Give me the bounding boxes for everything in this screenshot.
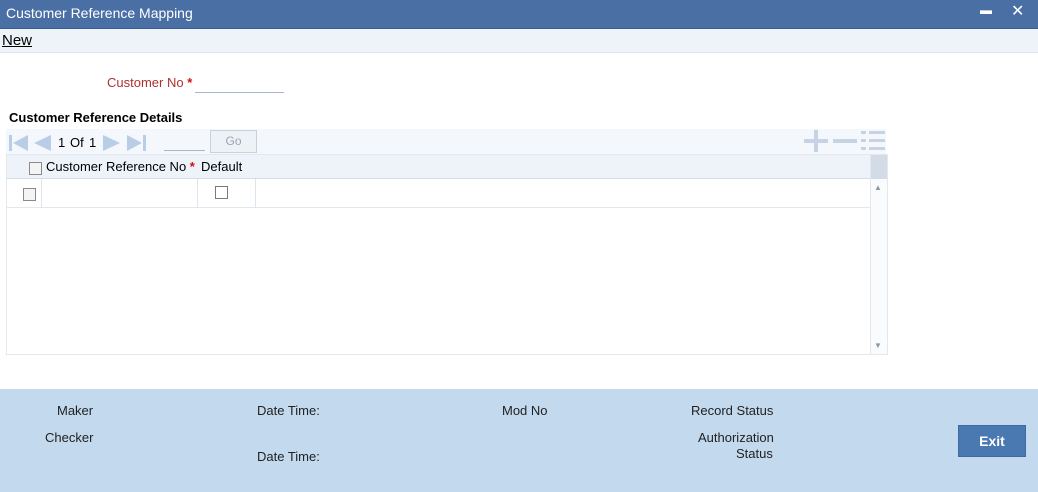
customer-no-label: Customer No *	[107, 75, 192, 90]
scrollbar-header-cap	[871, 155, 887, 179]
cell-divider	[255, 179, 256, 208]
exit-button[interactable]: Exit	[958, 425, 1026, 457]
grid-vertical-scrollbar[interactable]: ▲ ▼	[870, 155, 887, 354]
customer-reference-grid: Customer Reference No * Default ▲ ▼	[6, 154, 888, 355]
record-status-label: Record Status	[691, 403, 774, 418]
close-icon[interactable]: ✕	[1011, 1, 1024, 21]
add-row-icon[interactable]	[803, 130, 829, 156]
grid-header: Customer Reference No * Default	[7, 155, 871, 179]
mod-no-label: Mod No	[502, 403, 548, 418]
last-page-icon[interactable]	[126, 133, 148, 156]
authorization-status-label-line2: Status	[736, 446, 773, 461]
column-header-default: Default	[201, 159, 243, 174]
scroll-down-icon[interactable]: ▼	[874, 341, 882, 350]
minimize-icon[interactable]: ▬	[980, 3, 992, 17]
audit-footer: Maker Checker Date Time: Date Time: Mod …	[0, 389, 1038, 492]
required-mark: *	[189, 159, 195, 174]
delete-row-icon[interactable]	[832, 130, 858, 156]
customer-no-label-text: Customer No	[107, 75, 184, 90]
column-header-customer-reference-no: Customer Reference No *	[46, 159, 195, 174]
cell-divider	[41, 179, 42, 208]
cell-divider	[197, 179, 198, 208]
new-link[interactable]: New	[2, 32, 32, 49]
page-current: 1	[58, 135, 66, 150]
column-label: Customer Reference No	[46, 159, 187, 174]
window-titlebar: Customer Reference Mapping ▬ ✕	[0, 0, 1038, 29]
table-row	[7, 179, 871, 208]
go-button[interactable]: Go	[210, 130, 257, 153]
window-title: Customer Reference Mapping	[6, 5, 193, 21]
maker-label: Maker	[57, 403, 94, 418]
page-number-input[interactable]	[164, 131, 205, 151]
checker-date-time-label: Date Time:	[257, 449, 320, 464]
customer-no-input[interactable]	[195, 75, 284, 93]
section-title: Customer Reference Details	[9, 110, 183, 125]
scroll-up-icon[interactable]: ▲	[874, 183, 882, 192]
page-total: 1	[89, 135, 97, 150]
single-view-icon[interactable]	[860, 130, 886, 156]
menu-bar: New	[0, 29, 1038, 53]
prev-page-icon[interactable]	[32, 133, 52, 156]
page-of-label: Of	[70, 135, 84, 150]
first-page-icon[interactable]	[8, 133, 30, 156]
grid-toolbar: 1 Of 1 Go	[6, 129, 886, 154]
checker-label: Checker	[45, 430, 94, 445]
row-select-checkbox[interactable]	[23, 188, 36, 201]
required-mark: *	[187, 75, 193, 90]
select-all-checkbox[interactable]	[29, 162, 42, 175]
maker-date-time-label: Date Time:	[257, 403, 320, 418]
next-page-icon[interactable]	[102, 133, 122, 156]
default-checkbox[interactable]	[215, 186, 228, 199]
authorization-status-label-line1: Authorization	[698, 430, 774, 445]
customer-reference-no-cell[interactable]	[43, 181, 197, 205]
